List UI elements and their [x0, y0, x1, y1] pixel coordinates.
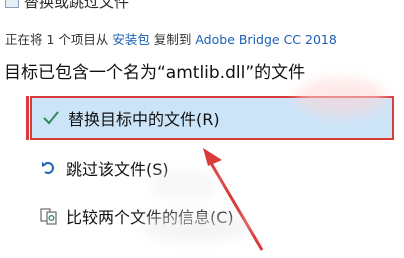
title-bar: 替换或跳过文件 [0, 0, 404, 12]
skip-file-label: 跳过该文件(S) [66, 160, 169, 179]
compare-files-icon [38, 205, 60, 227]
check-icon [40, 107, 62, 129]
copy-status-middle: 复制到 [149, 32, 196, 47]
dialog-title: 替换或跳过文件 [24, 0, 130, 11]
replace-file-option[interactable]: 替换目标中的文件(R) [30, 96, 394, 140]
copy-status-prefix: 正在将 1 个项目从 [5, 32, 113, 47]
skip-arrow-icon [38, 157, 60, 179]
compare-files-label: 比较两个文件的信息(C) [66, 208, 234, 227]
copy-source-link[interactable]: 安装包 [112, 32, 150, 47]
dialog-icon [5, 0, 19, 8]
conflict-message: 目标已包含一个名为“amtlib.dll”的文件 [4, 63, 306, 83]
replace-file-label: 替换目标中的文件(R) [68, 110, 220, 129]
copy-destination-link[interactable]: Adobe Bridge CC 2018 [195, 32, 336, 47]
copy-status: 正在将 1 个项目从 安装包 复制到 Adobe Bridge CC 2018 [5, 29, 337, 48]
compare-files-option[interactable]: 比较两个文件的信息(C) [30, 197, 392, 235]
skip-file-option[interactable]: 跳过该文件(S) [30, 149, 392, 187]
annotation-bar [26, 96, 29, 140]
